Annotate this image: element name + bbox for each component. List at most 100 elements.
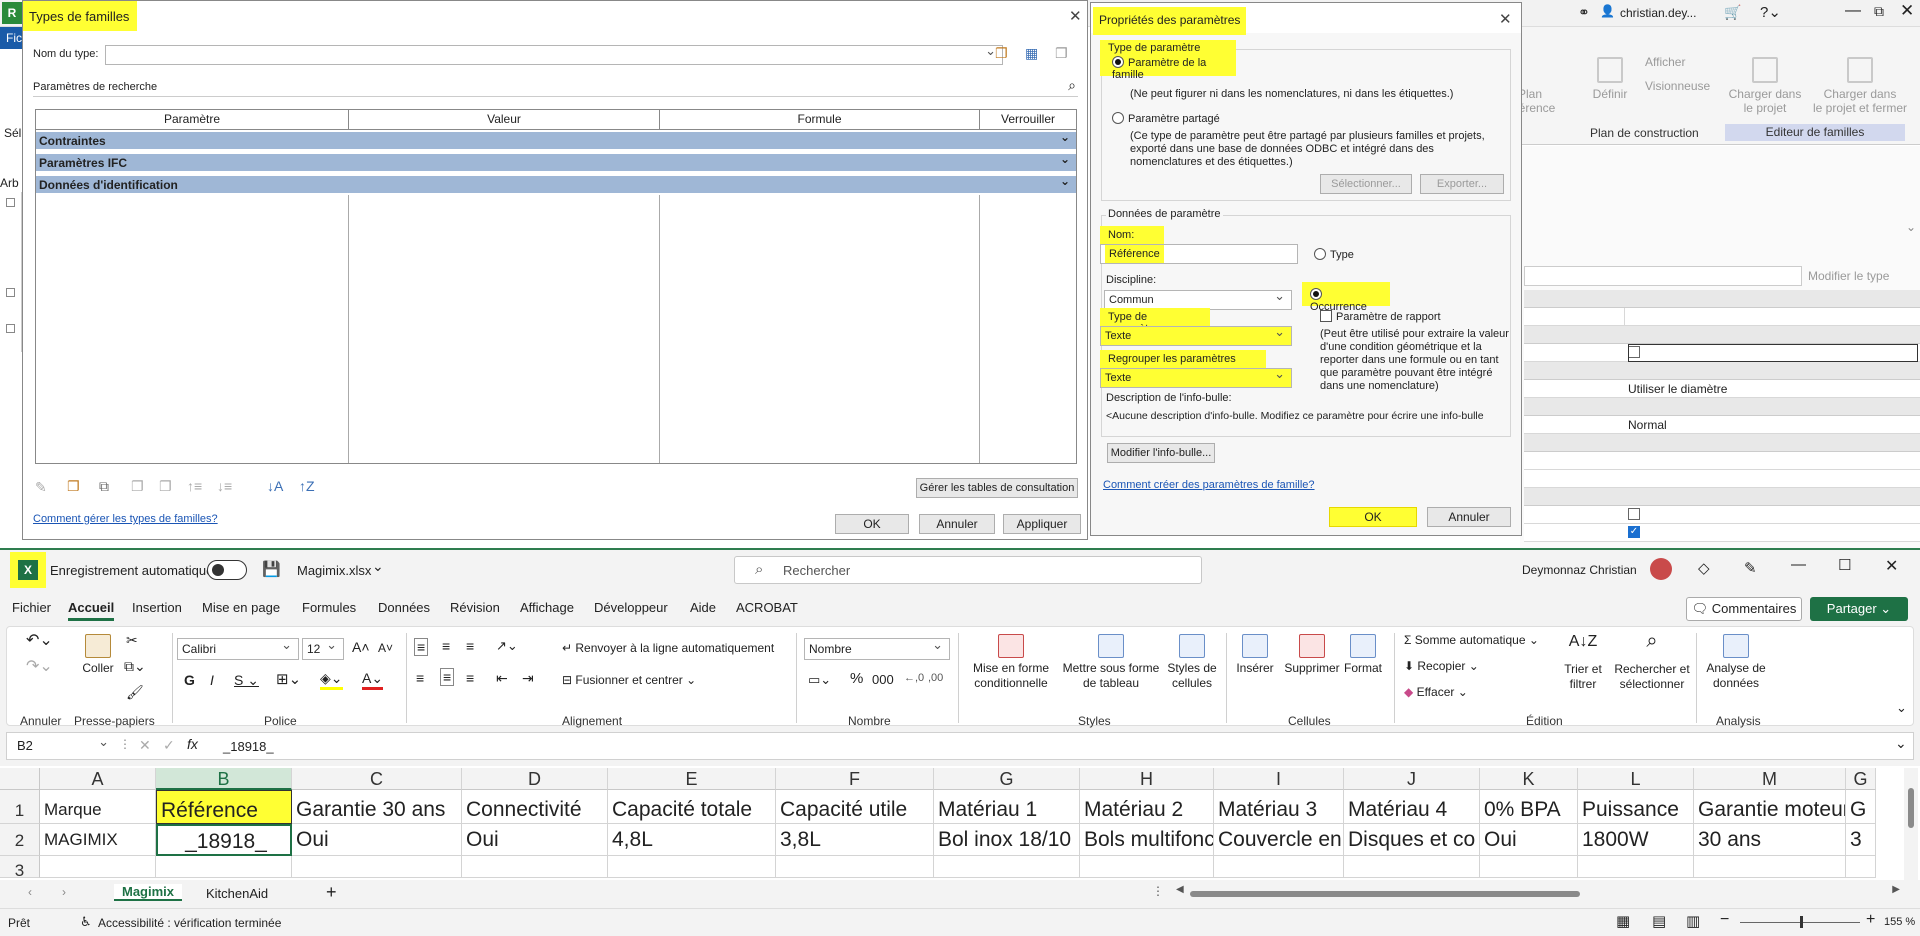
props-value-diametre[interactable]: Utiliser le diamètre — [1628, 382, 1727, 396]
tab-developpeur[interactable]: Développeur — [594, 600, 668, 615]
align-middle-icon[interactable]: ≡ — [442, 638, 450, 654]
props-section[interactable] — [1524, 326, 1920, 344]
zoom-out-icon[interactable]: − — [1720, 911, 1729, 929]
move-down-icon[interactable]: ↓≡ — [217, 478, 232, 494]
fill-button[interactable]: ⬇ Recopier ⌄ — [1404, 659, 1479, 673]
align-top-icon[interactable]: ≡ — [414, 638, 429, 656]
cell[interactable]: Couvercle en — [1214, 824, 1344, 856]
section-parametres-ifc[interactable]: Paramètres IFC — [36, 150, 1076, 172]
cell[interactable]: Matériau 4 — [1344, 790, 1480, 824]
vertical-scrollbar[interactable] — [1904, 768, 1918, 880]
cell[interactable]: Oui — [1480, 824, 1578, 856]
col-header-valeur[interactable]: Valeur — [348, 109, 660, 130]
user-icon[interactable]: 👤 — [1600, 4, 1615, 18]
accessibility-icon[interactable]: ♿ — [80, 914, 92, 930]
more-icon[interactable]: ⋮ — [119, 737, 131, 751]
cell[interactable]: Référence — [156, 790, 292, 824]
cell[interactable] — [462, 856, 608, 878]
tab-revision[interactable]: Révision — [450, 600, 500, 615]
charger-projet-button[interactable]: Charger dans le projet — [1725, 57, 1805, 115]
tab-formules[interactable]: Formules — [302, 600, 356, 615]
manage-lookup-button[interactable]: Gérer les tables de consultation — [916, 478, 1078, 498]
sort-asc-icon[interactable]: ↓A — [267, 478, 283, 494]
props-checkbox[interactable] — [1628, 508, 1640, 520]
autosum-button[interactable]: Σ Somme automatique ⌄ — [1404, 633, 1539, 647]
new-param-icon[interactable]: ❐ — [67, 478, 80, 495]
type-name-dropdown[interactable] — [105, 42, 1003, 65]
cell[interactable] — [292, 856, 462, 878]
duplicate-param-icon[interactable]: ⧉ — [99, 478, 109, 495]
cell[interactable]: Oui — [462, 824, 608, 856]
cell[interactable]: Bol inox 18/10 — [934, 824, 1080, 856]
tab-acrobat[interactable]: ACROBAT — [736, 600, 798, 615]
col-header-verrouiller[interactable]: Verrouiller — [979, 109, 1077, 130]
decrease-decimal-icon[interactable]: ,00 — [928, 672, 943, 684]
edit-param-icon[interactable]: ✎ — [35, 479, 47, 496]
section-donnees-identification[interactable]: Données d'identification — [36, 172, 1076, 194]
zoom-slider[interactable] — [1740, 916, 1860, 928]
font-name-dropdown[interactable]: Calibri — [177, 635, 299, 660]
minimize-icon[interactable]: — — [1791, 556, 1806, 573]
props-section[interactable] — [1524, 434, 1920, 452]
autosave-toggle[interactable] — [207, 560, 247, 580]
cut-icon[interactable]: ✂ — [126, 632, 138, 649]
col-header[interactable]: G — [934, 768, 1080, 790]
avatar[interactable] — [1650, 558, 1672, 580]
cell[interactable]: Garantie moteur — [1694, 790, 1846, 824]
bold-icon[interactable]: G — [184, 672, 195, 688]
export-shared-button[interactable]: Exporter... — [1420, 174, 1504, 194]
discipline-dropdown[interactable]: Commun — [1104, 287, 1292, 310]
cell[interactable] — [1846, 856, 1876, 878]
delete-type-icon[interactable]: ❐ — [1055, 45, 1068, 62]
cell[interactable]: Disques et co — [1344, 824, 1480, 856]
delete-param-icon[interactable]: ❐ — [131, 478, 144, 495]
pen-icon[interactable]: ✎ — [1744, 559, 1757, 577]
excel-user[interactable]: Deymonnaz Christian — [1522, 563, 1637, 577]
normal-view-icon[interactable]: ▦ — [1616, 912, 1630, 930]
help-icon[interactable]: ?⌄ — [1760, 3, 1781, 21]
save-icon[interactable]: 💾 — [262, 560, 281, 578]
close-icon[interactable]: ✕ — [1885, 556, 1898, 576]
cell[interactable]: 30 ans — [1694, 824, 1846, 856]
font-color-icon[interactable]: A⌄ — [362, 670, 384, 690]
cell[interactable]: Bols multifonctions — [1080, 824, 1214, 856]
cell[interactable] — [1480, 856, 1578, 878]
cell[interactable]: 3,8L — [776, 824, 934, 856]
share-button[interactable]: Partager ⌄ — [1810, 597, 1908, 621]
filename[interactable]: Magimix.xlsx — [297, 563, 371, 578]
search-params-field[interactable]: Paramètres de recherche ⌕ — [33, 77, 1078, 97]
wrap-text-button[interactable]: ↵ Renvoyer à la ligne automatiquement — [562, 641, 774, 655]
family-param-radio[interactable]: Paramètre de la famille — [1100, 54, 1236, 81]
row-header[interactable]: 2 — [0, 824, 40, 856]
format-table-button[interactable]: Mettre sous forme de tableau — [1058, 634, 1164, 691]
indent-increase-icon[interactable]: ⇥ — [522, 670, 534, 687]
col-header[interactable]: J — [1344, 768, 1480, 790]
align-center-icon[interactable]: ≡ — [440, 668, 455, 686]
page-layout-icon[interactable]: ▤ — [1652, 912, 1666, 930]
cell[interactable] — [1694, 856, 1846, 878]
copy-icon[interactable]: ⧉⌄ — [124, 658, 146, 675]
close-icon[interactable]: ✕ — [1900, 1, 1914, 21]
cart-icon[interactable]: 🛒 — [1724, 4, 1741, 21]
cell[interactable]: 3 — [1846, 824, 1876, 856]
row-header[interactable]: 3 — [0, 856, 40, 878]
revit-menu-partial[interactable]: Fic — [0, 27, 22, 49]
cell[interactable]: Garantie 30 ans — [292, 790, 462, 824]
horizontal-scrollbar[interactable]: ◀ ▶ — [1176, 884, 1900, 900]
type-selector[interactable] — [1524, 266, 1802, 286]
comments-button[interactable]: 🗨 Commentaires — [1686, 597, 1802, 621]
increase-font-icon[interactable]: A˄ — [352, 639, 370, 655]
col-header-parametre[interactable]: Paramètre — [35, 109, 349, 130]
col-header[interactable]: B — [156, 768, 292, 790]
cell[interactable] — [1578, 856, 1694, 878]
cell[interactable]: Oui — [292, 824, 462, 856]
status-accessibility[interactable]: Accessibilité : vérification terminée — [98, 916, 281, 930]
cell[interactable] — [934, 856, 1080, 878]
binoculars-icon[interactable]: ⚭ — [1578, 4, 1590, 21]
col-header[interactable]: C — [292, 768, 462, 790]
col-header[interactable]: D — [462, 768, 608, 790]
modifier-type-button[interactable]: Modifier le type — [1808, 266, 1920, 286]
rename-type-icon[interactable]: ▦ — [1025, 45, 1038, 62]
conditional-format-button[interactable]: Mise en forme conditionnelle — [966, 634, 1056, 691]
cell[interactable] — [608, 856, 776, 878]
